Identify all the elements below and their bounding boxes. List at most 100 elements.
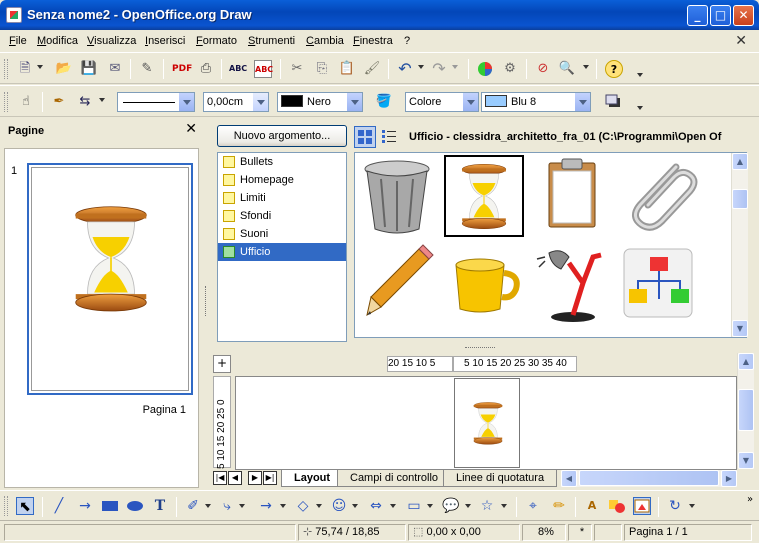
scroll-thumb[interactable]: [738, 389, 754, 431]
gallery-item-pencil[interactable]: [357, 243, 437, 325]
export-pdf-icon[interactable]: PDF: [172, 60, 192, 78]
redo-dropdown-icon[interactable]: [452, 65, 458, 69]
scroll-right-icon[interactable]: ▶: [721, 470, 737, 487]
toolbar-overflow-icon[interactable]: [637, 73, 643, 77]
area-style-select[interactable]: Colore: [405, 92, 479, 112]
text-tool-icon[interactable]: T: [151, 497, 169, 515]
points-icon[interactable]: ⌖: [524, 497, 542, 515]
menu-inserisci[interactable]: Inserisci: [145, 35, 185, 47]
theme-item[interactable]: Bullets: [218, 153, 346, 171]
theme-item-selected[interactable]: Ufficio: [218, 243, 346, 261]
spellcheck-icon[interactable]: ABC: [229, 60, 247, 78]
menu-visualizza[interactable]: Visualizza: [87, 35, 136, 47]
chevron-down-icon[interactable]: [346, 93, 362, 111]
basic-shapes-icon[interactable]: ◇: [294, 497, 312, 515]
scroll-down-icon[interactable]: ▼: [738, 452, 754, 469]
email-icon[interactable]: ✉: [106, 60, 124, 78]
callouts-dropdown-icon[interactable]: [465, 504, 471, 508]
curve-tool-icon[interactable]: ✐: [184, 497, 202, 515]
gallery-item-paper-clip[interactable]: [618, 155, 698, 237]
shadow-icon[interactable]: [604, 93, 622, 111]
close-button[interactable]: ✕: [733, 5, 754, 26]
paste-icon[interactable]: 📋: [338, 60, 356, 78]
zoom-dropdown-icon[interactable]: [583, 65, 589, 69]
line-color-select[interactable]: Nero: [277, 92, 363, 112]
last-tab-icon[interactable]: ▶|: [263, 471, 277, 485]
maximize-button[interactable]: □: [710, 5, 731, 26]
stars-dropdown-icon[interactable]: [501, 504, 507, 508]
ruler-origin-button[interactable]: +: [213, 355, 231, 373]
minimize-button[interactable]: _: [687, 5, 708, 26]
gallery-item-desk-lamp[interactable]: [531, 243, 611, 325]
status-signature[interactable]: [594, 524, 622, 541]
line-arrow-tool-icon[interactable]: →: [76, 497, 94, 515]
symbol-shapes-icon[interactable]: ☺: [330, 497, 348, 515]
new-document-icon[interactable]: 🗎: [16, 60, 34, 78]
arrow-style-icon[interactable]: ⇆: [76, 93, 94, 111]
block-arrows-dropdown-icon[interactable]: [390, 504, 396, 508]
toolbar-grip[interactable]: [4, 92, 8, 112]
copy-icon[interactable]: ⎘: [313, 60, 331, 78]
symbol-shapes-dropdown-icon[interactable]: [352, 504, 358, 508]
tab-campi-di-controllo[interactable]: Campi di controllo: [337, 470, 452, 487]
scroll-thumb[interactable]: [732, 189, 748, 209]
gallery-item-clipboard[interactable]: [531, 155, 611, 237]
block-arrows-icon[interactable]: ⇔: [367, 497, 385, 515]
flowchart-icon[interactable]: ▭: [405, 497, 423, 515]
chart-icon[interactable]: [476, 60, 494, 78]
page-thumbnail[interactable]: [27, 163, 193, 395]
callouts-icon[interactable]: 💬: [442, 497, 460, 515]
line-icon[interactable]: ✒: [50, 93, 68, 111]
fontwork-icon[interactable]: A: [583, 497, 601, 515]
scroll-up-icon[interactable]: ▲: [738, 353, 754, 370]
detail-view-button[interactable]: [379, 126, 401, 148]
gallery-scrollbar[interactable]: ▲ ▼: [731, 153, 748, 337]
lines-arrows-dropdown-icon[interactable]: [280, 504, 286, 508]
canvas-horizontal-scrollbar[interactable]: ◀ ▶: [561, 470, 737, 487]
scroll-thumb[interactable]: [579, 470, 719, 486]
chevron-down-icon[interactable]: [574, 93, 590, 111]
horizontal-ruler[interactable]: 20 15 10 5 5 10 15 20 25 30 35 40: [235, 355, 735, 373]
gallery-item-coffee-mug[interactable]: [444, 243, 524, 325]
gallery-item-hourglass[interactable]: [444, 155, 524, 237]
undo-icon[interactable]: ↶: [396, 60, 414, 78]
chevron-down-icon[interactable]: [462, 93, 478, 111]
close-document-icon[interactable]: ✕: [735, 33, 747, 49]
new-dropdown-icon[interactable]: [37, 65, 43, 69]
scroll-down-icon[interactable]: ▼: [732, 320, 748, 337]
vertical-ruler[interactable]: 5 10 15 20 25 0: [213, 376, 231, 469]
app-icon[interactable]: [6, 7, 22, 23]
pages-pane-close-icon[interactable]: ✕: [185, 121, 197, 137]
toolbar-overflow-icon[interactable]: [637, 106, 643, 110]
stepper-arrows-icon[interactable]: [252, 93, 268, 111]
prev-tab-icon[interactable]: ◀: [228, 471, 242, 485]
menu-cambia[interactable]: Cambia: [306, 35, 344, 47]
menu-formato[interactable]: Formato: [196, 35, 237, 47]
toolbar-overflow-icon[interactable]: »: [741, 491, 759, 509]
toolbar-grip[interactable]: [4, 496, 8, 516]
from-file-icon[interactable]: [608, 497, 626, 515]
tab-linee-di-quotatura[interactable]: Linee di quotatura: [443, 470, 558, 487]
line-tool-icon[interactable]: ╱: [50, 497, 68, 515]
icon-view-button[interactable]: [354, 126, 376, 148]
redo-icon[interactable]: ↷: [430, 60, 448, 78]
edit-points-icon[interactable]: ☝: [17, 93, 35, 111]
lines-arrows-tool-icon[interactable]: →: [257, 497, 275, 515]
chevron-down-icon[interactable]: [178, 93, 194, 111]
rectangle-tool-icon[interactable]: [101, 497, 119, 515]
line-style-select[interactable]: [117, 92, 195, 112]
help-icon[interactable]: ?: [605, 60, 623, 78]
theme-item[interactable]: Limiti: [218, 189, 346, 207]
menu-file[interactable]: File: [9, 35, 27, 47]
theme-item[interactable]: Suoni: [218, 225, 346, 243]
line-width-stepper[interactable]: 0,00cm: [203, 92, 269, 112]
ellipse-tool-icon[interactable]: [126, 497, 144, 515]
area-color-select[interactable]: Blu 8: [481, 92, 591, 112]
format-paintbrush-icon[interactable]: 🖌: [363, 60, 381, 78]
gallery-item-org-chart[interactable]: [618, 243, 698, 325]
open-icon[interactable]: 📂: [55, 60, 73, 78]
menu-strumenti[interactable]: Strumenti: [248, 35, 295, 47]
toolbar-grip[interactable]: [4, 59, 8, 79]
glue-points-icon[interactable]: ✏: [550, 497, 568, 515]
flowchart-dropdown-icon[interactable]: [427, 504, 433, 508]
